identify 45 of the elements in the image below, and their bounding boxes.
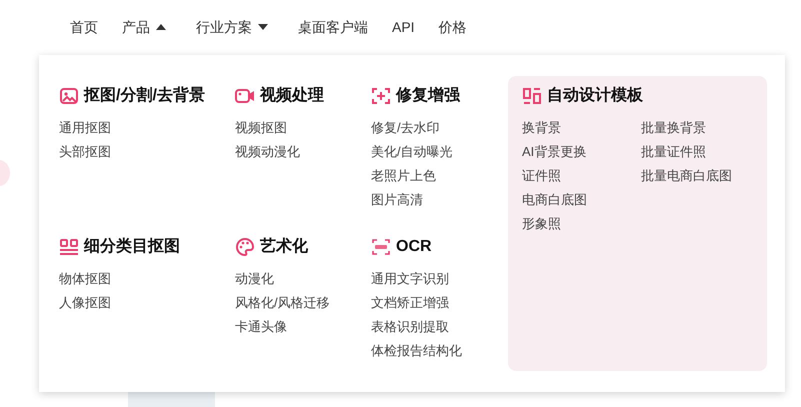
section-title: 修复增强: [396, 86, 460, 106]
nav-dropdown[interactable]: 产品: [110, 0, 178, 54]
menu-link[interactable]: 文档矫正增强: [371, 291, 449, 315]
menu-link[interactable]: 形象照: [522, 212, 561, 236]
menu-link[interactable]: 物体抠图: [59, 267, 111, 291]
menu-link[interactable]: 动漫化: [235, 267, 274, 291]
menu-link[interactable]: 视频动漫化: [235, 140, 300, 164]
menu-link[interactable]: 批量证件照: [641, 140, 706, 164]
nav-dropdown[interactable]: 行业方案: [184, 0, 280, 54]
menu-link[interactable]: 图片高清: [371, 188, 423, 212]
menu-link[interactable]: 批量电商白底图: [641, 164, 732, 188]
menu-link[interactable]: 换背景: [522, 116, 561, 140]
template-icon: [522, 86, 542, 106]
ocr-icon: [371, 237, 391, 257]
video-icon: [235, 86, 255, 106]
menu-link[interactable]: 批量换背景: [641, 116, 706, 140]
nav-link[interactable]: 价格: [426, 0, 479, 54]
menu-link[interactable]: 体检报告结构化: [371, 339, 462, 363]
enhance-icon: [371, 86, 391, 106]
menu-link[interactable]: 人像抠图: [59, 291, 111, 315]
menu-link[interactable]: 卡通头像: [235, 315, 287, 339]
section-title: 视频处理: [260, 85, 324, 106]
menu-link[interactable]: 电商白底图: [522, 188, 587, 212]
menu-link[interactable]: 风格化/风格迁移: [235, 291, 330, 315]
palette-icon: [235, 237, 255, 257]
section-title: 自动设计模板: [547, 86, 643, 106]
section-title: OCR: [396, 237, 432, 257]
image-icon: [59, 86, 79, 106]
nav-link[interactable]: 桌面客户端: [286, 0, 380, 54]
menu-link[interactable]: 视频抠图: [235, 116, 287, 140]
menu-link[interactable]: 通用文字识别: [371, 267, 449, 291]
category-icon: [59, 237, 79, 257]
menu-link[interactable]: 美化/自动曝光: [371, 140, 453, 164]
menu-link[interactable]: 老照片上色: [371, 164, 436, 188]
section-title: 抠图/分割/去背景: [84, 85, 205, 106]
menu-link[interactable]: 头部抠图: [59, 140, 111, 164]
nav-link[interactable]: 首页: [58, 0, 110, 54]
section-title: 细分类目抠图: [84, 236, 180, 257]
menu-link[interactable]: 通用抠图: [59, 116, 111, 140]
menu-link[interactable]: 修复/去水印: [371, 116, 440, 140]
menu-link[interactable]: 证件照: [522, 164, 561, 188]
section-title: 艺术化: [260, 236, 308, 257]
nav-link[interactable]: API: [380, 0, 427, 54]
menu-link[interactable]: 表格识别提取: [371, 315, 449, 339]
menu-link[interactable]: AI背景更换: [522, 140, 586, 164]
